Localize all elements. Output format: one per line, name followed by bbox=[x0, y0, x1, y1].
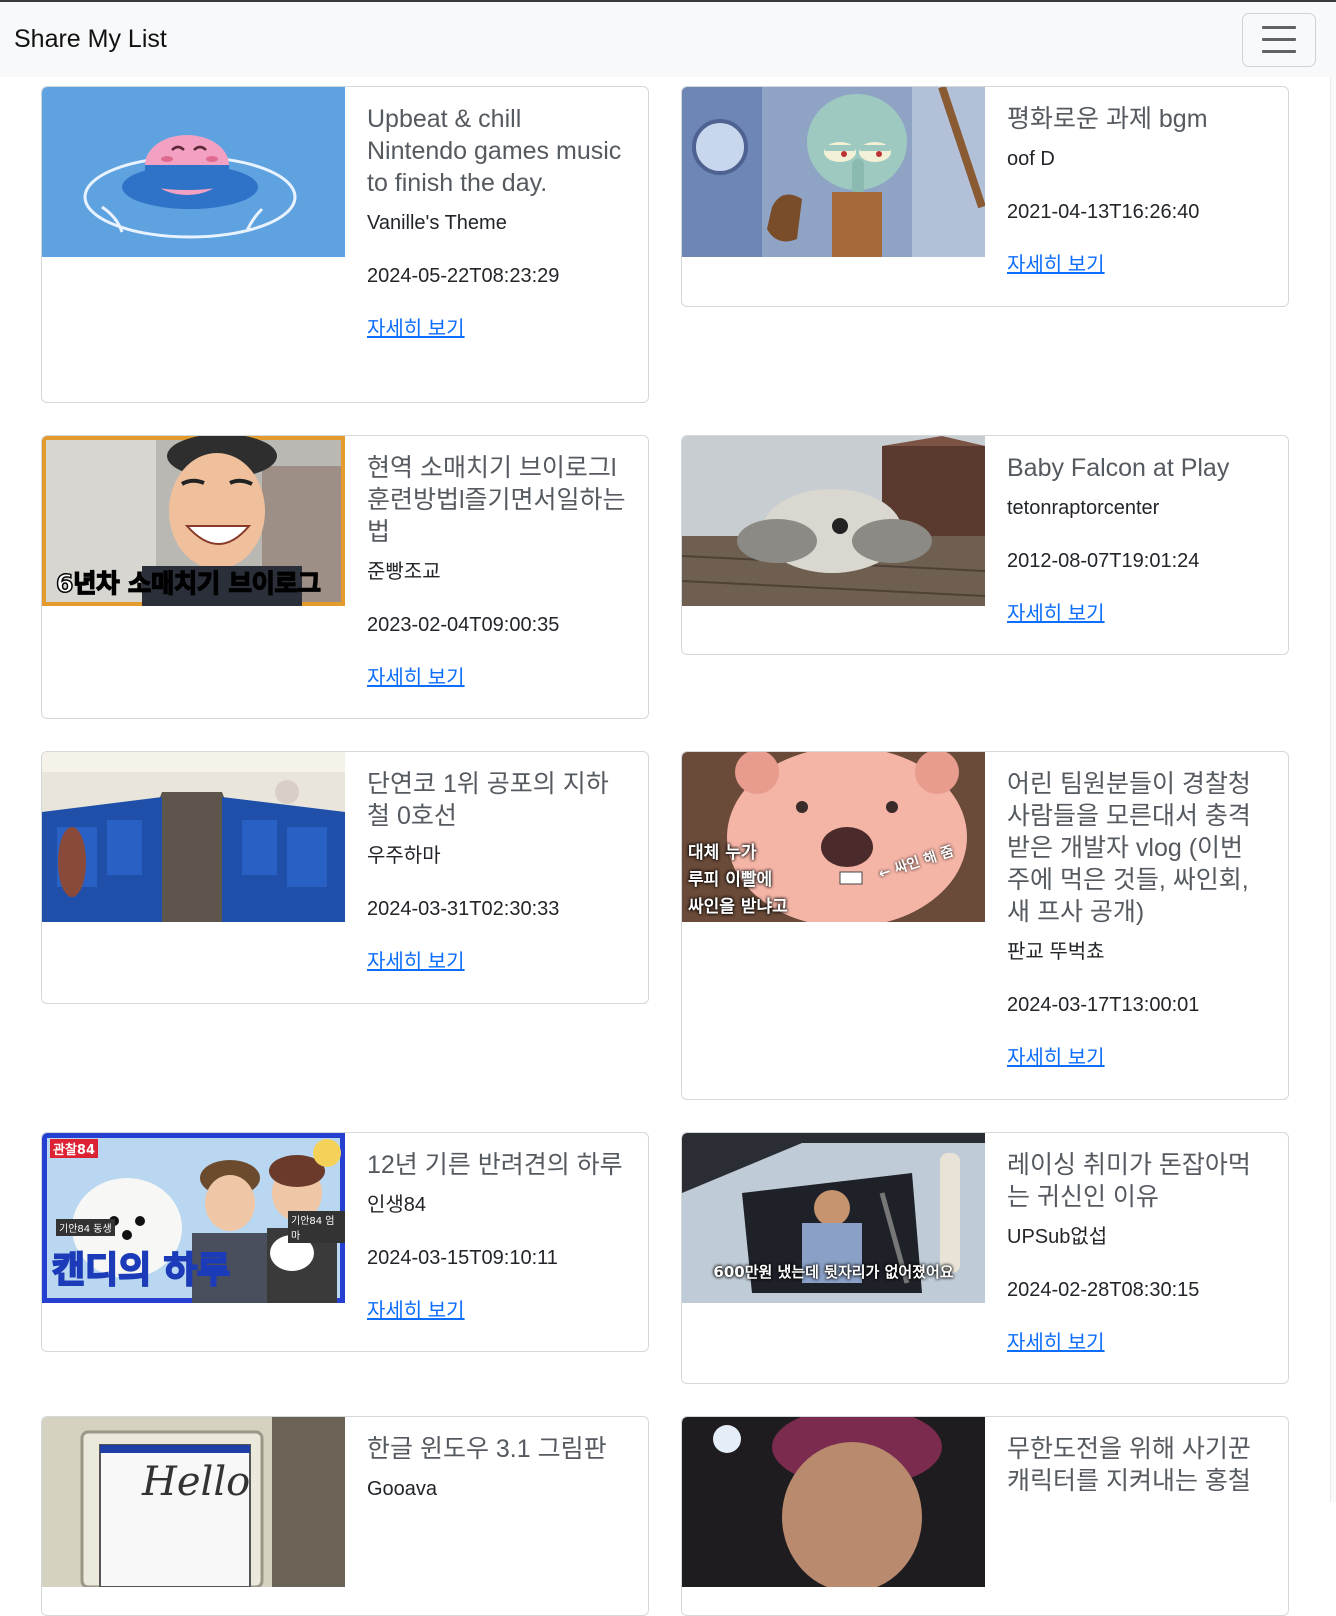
video-card: 무한도전을 위해 사기꾼 캐릭터를 지켜내는 홍철 bbox=[681, 1416, 1289, 1616]
video-channel: 우주하마 bbox=[367, 845, 441, 867]
video-date: 2024-02-28T08:30:15 bbox=[1007, 1279, 1200, 1301]
view-details-link[interactable]: 자세히 보기 bbox=[1007, 254, 1105, 276]
video-title: Baby Falcon at Play bbox=[1007, 454, 1230, 482]
video-card: Upbeat & chill Nintendo games music to f… bbox=[41, 86, 649, 403]
video-thumbnail[interactable]: 대체 누가 루피 이빨에 싸인을 받냐고 ← 싸인 해 줌 bbox=[682, 752, 985, 922]
video-date: 2012-08-07T19:01:24 bbox=[1007, 550, 1200, 572]
video-thumbnail[interactable]: Hello bbox=[42, 1417, 345, 1587]
video-date: 2023-02-04T09:00:35 bbox=[367, 614, 560, 636]
video-card: Hello 한글 윈도우 3.1 그림판 Gooava bbox=[41, 1416, 649, 1616]
video-channel: 준빵조교 bbox=[367, 561, 441, 583]
thumbnail-caption: Hello bbox=[142, 1459, 251, 1505]
video-thumbnail[interactable] bbox=[682, 436, 985, 606]
video-title: 한글 윈도우 3.1 그림판 bbox=[367, 1435, 607, 1463]
video-title: Upbeat & chill Nintendo games music to f… bbox=[367, 105, 622, 197]
baby-falcon-thumbnail-image bbox=[682, 436, 985, 606]
video-date: 2024-03-17T13:00:01 bbox=[1007, 994, 1200, 1016]
video-title: 12년 기른 반려견의 하루 bbox=[367, 1151, 623, 1179]
video-title: 현역 소매치기 브이로그l훈련방법l즐기면서일하는법 bbox=[367, 454, 626, 546]
thumbnail-tag: 기안84 엄마 bbox=[288, 1211, 345, 1243]
video-title: 평화로운 과제 bgm bbox=[1007, 105, 1208, 133]
thumbnail-caption: 600만원 냈는데 뒷자리가 없어졌어요 bbox=[713, 1263, 954, 1281]
thumbnail-caption-line: 대체 누가 bbox=[688, 843, 757, 863]
video-title: 레이싱 취미가 돈잡아먹는 귀신인 이유 bbox=[1007, 1151, 1251, 1211]
video-channel: UPSub없섭 bbox=[1007, 1226, 1108, 1248]
thumbnail-caption-line: 싸인을 받냐고 bbox=[688, 897, 788, 917]
video-title: 무한도전을 위해 사기꾼 캐릭터를 지켜내는 홍철 bbox=[1007, 1435, 1251, 1495]
video-card: 단연코 1위 공포의 지하철 0호선 우주하마 2024-03-31T02:30… bbox=[41, 751, 649, 1004]
thumbnail-caption-line: 루피 이빨에 bbox=[688, 870, 773, 890]
view-details-link[interactable]: 자세히 보기 bbox=[367, 951, 465, 973]
video-card: 6년차 소매치기 브이로그 현역 소매치기 브이로그l훈련방법l즐기면서일하는법… bbox=[41, 435, 649, 719]
view-details-link[interactable]: 자세히 보기 bbox=[1007, 1047, 1105, 1069]
video-thumbnail[interactable]: 관찰84 캔디의 하루 기안84 동생 기안84 엄마 bbox=[42, 1133, 345, 1303]
video-thumbnail[interactable]: 600만원 냈는데 뒷자리가 없어졌어요 bbox=[682, 1133, 985, 1303]
video-channel: Vanille's Theme bbox=[367, 212, 507, 234]
thumbnail-tag: 기안84 동생 bbox=[56, 1219, 115, 1236]
tv-show-thumbnail-image bbox=[682, 1417, 985, 1587]
view-details-link[interactable]: 자세히 보기 bbox=[1007, 603, 1105, 625]
thumbnail-caption: 캔디의 하루 bbox=[51, 1249, 231, 1292]
view-details-link[interactable]: 자세히 보기 bbox=[367, 667, 465, 689]
video-channel: Gooava bbox=[367, 1478, 438, 1500]
subway-interior-thumbnail-image bbox=[42, 752, 345, 922]
video-thumbnail[interactable] bbox=[42, 752, 345, 922]
video-channel: tetonraptorcenter bbox=[1007, 497, 1160, 519]
squidward-thumbnail-image bbox=[682, 87, 985, 257]
video-channel: oof D bbox=[1007, 148, 1055, 170]
video-card: Baby Falcon at Play tetonraptorcenter 20… bbox=[681, 435, 1289, 655]
video-thumbnail[interactable] bbox=[682, 87, 985, 257]
view-details-link[interactable]: 자세히 보기 bbox=[1007, 1332, 1105, 1354]
video-list: Upbeat & chill Nintendo games music to f… bbox=[0, 2, 1336, 1616]
video-date: 2024-03-15T09:10:11 bbox=[367, 1247, 558, 1269]
video-date: 2024-05-22T08:23:29 bbox=[367, 265, 560, 287]
video-title: 단연코 1위 공포의 지하철 0호선 bbox=[367, 770, 609, 830]
video-date: 2021-04-13T16:26:40 bbox=[1007, 201, 1200, 223]
thumbnail-badge: 관찰84 bbox=[50, 1139, 99, 1158]
view-details-link[interactable]: 자세히 보기 bbox=[367, 1300, 465, 1322]
video-card: 평화로운 과제 bgm oof D 2021-04-13T16:26:40 자세… bbox=[681, 86, 1289, 307]
video-thumbnail[interactable] bbox=[682, 1417, 985, 1587]
video-card: 600만원 냈는데 뒷자리가 없어졌어요 레이싱 취미가 돈잡아먹는 귀신인 이… bbox=[681, 1132, 1289, 1384]
video-channel: 판교 뚜벅쵸 bbox=[1007, 941, 1105, 963]
thumbnail-caption: 6년차 소매치기 브이로그 bbox=[55, 568, 321, 599]
video-date: 2024-03-31T02:30:33 bbox=[367, 898, 560, 920]
thumbnail-caption: 대체 누가 루피 이빨에 싸인을 받냐고 bbox=[688, 840, 788, 921]
video-card: 대체 누가 루피 이빨에 싸인을 받냐고 ← 싸인 해 줌 어린 팀원분들이 경… bbox=[681, 751, 1289, 1100]
video-card: 관찰84 캔디의 하루 기안84 동생 기안84 엄마 12년 기른 반려견의 … bbox=[41, 1132, 649, 1352]
video-thumbnail[interactable]: 6년차 소매치기 브이로그 bbox=[42, 436, 345, 606]
kirby-thumbnail-image bbox=[42, 87, 345, 257]
view-details-link[interactable]: 자세히 보기 bbox=[367, 318, 465, 340]
video-thumbnail[interactable] bbox=[42, 87, 345, 257]
video-title: 어린 팀원분들이 경찰청 사람들을 모른대서 충격받은 개발자 vlog (이번… bbox=[1007, 770, 1251, 926]
video-channel: 인생84 bbox=[367, 1194, 427, 1216]
